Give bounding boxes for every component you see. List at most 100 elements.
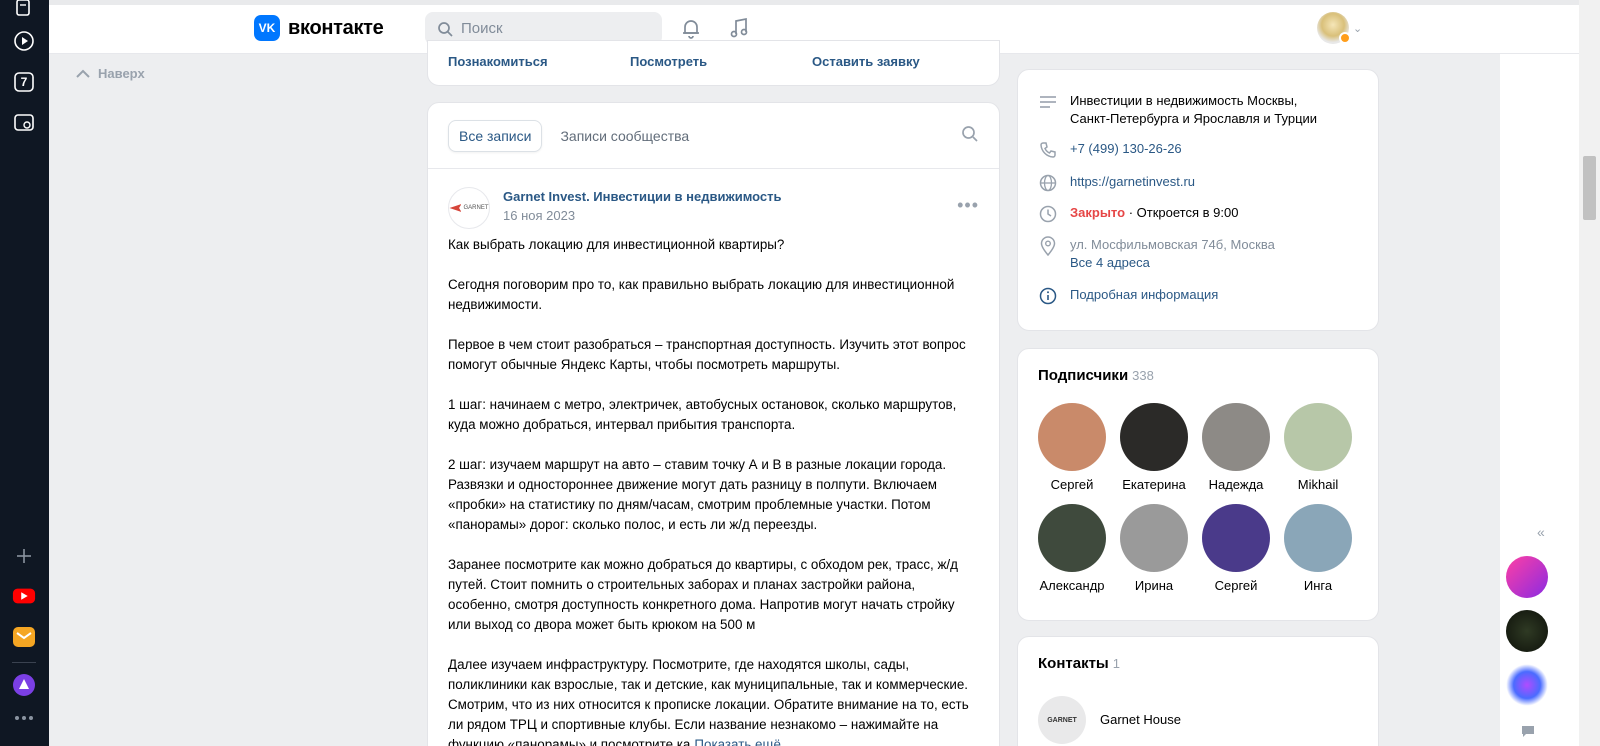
community-info-card: Инвестиции в недвижимость Москвы, Санкт-…: [1017, 69, 1379, 331]
screenshot-icon[interactable]: [12, 111, 36, 135]
subscriber-name[interactable]: Инга: [1276, 578, 1360, 593]
subscriber-name[interactable]: Надежда: [1194, 477, 1278, 492]
link-view[interactable]: Посмотреть: [630, 54, 812, 69]
post-paragraph-last: Далее изучаем инфраструктуру. Посмотрите…: [448, 655, 979, 746]
address-text: ул. Мосфильмовская 74б, Москва: [1070, 237, 1275, 252]
post-paragraph: Как выбрать локацию для инвестиционной к…: [448, 237, 785, 252]
search-input[interactable]: [461, 20, 641, 37]
more-info-link[interactable]: Подробная информация: [1070, 286, 1218, 306]
music-icon[interactable]: [727, 16, 751, 40]
subscriber-avatar[interactable]: [1120, 403, 1188, 471]
profile-app-icon[interactable]: [1506, 610, 1548, 652]
garnet-logo-mark: [449, 204, 462, 212]
wall-feed: Все записи Записи сообщества GARNET Garn…: [427, 102, 1000, 746]
subscriber-name[interactable]: Екатерина: [1112, 477, 1196, 492]
calendar-icon[interactable]: 7: [12, 70, 36, 94]
subscriber-avatar[interactable]: [1284, 403, 1352, 471]
post-paragraph: 2 шаг: изучаем маршрут на авто – ставим …: [448, 457, 947, 532]
post-header: GARNET Garnet Invest. Инвестиции в недви…: [428, 169, 999, 235]
collapse-panel-icon[interactable]: «: [1537, 524, 1545, 540]
bell-icon[interactable]: [679, 16, 703, 40]
scrollbar-thumb[interactable]: [1583, 156, 1596, 220]
tab-all-posts[interactable]: Все записи: [448, 119, 543, 152]
subscriber-item[interactable]: Ирина: [1112, 504, 1196, 593]
info-website: https://garnetinvest.ru: [1038, 173, 1195, 193]
subscriber-item[interactable]: Инга: [1276, 504, 1360, 593]
subscriber-avatar[interactable]: [1120, 504, 1188, 572]
subscriber-name[interactable]: Александр: [1030, 578, 1114, 593]
vk-logo-icon: VK: [254, 15, 280, 41]
alice-icon[interactable]: [12, 673, 36, 697]
subscriber-name[interactable]: Ирина: [1112, 578, 1196, 593]
website-link[interactable]: https://garnetinvest.ru: [1070, 173, 1195, 193]
chat-icon[interactable]: [1520, 724, 1536, 743]
more-options-icon[interactable]: •••: [957, 195, 979, 216]
browser-sidebar: 7: [0, 0, 49, 746]
subscriber-name[interactable]: Сергей: [1030, 477, 1114, 492]
clock-icon: [1038, 204, 1058, 224]
contact-name[interactable]: Garnet House: [1100, 712, 1181, 727]
show-more-link[interactable]: Показать ещё: [690, 737, 781, 746]
contacts-title-text: Контакты: [1038, 655, 1109, 672]
subscriber-item[interactable]: Надежда: [1194, 403, 1278, 492]
description-icon: [1038, 92, 1058, 112]
contacts-title[interactable]: Контакты 1: [1038, 655, 1120, 672]
wall-search-icon[interactable]: [961, 125, 979, 143]
post-text: Как выбрать локацию для инвестиционной к…: [428, 235, 999, 746]
mail-icon[interactable]: [12, 625, 36, 649]
info-address: ул. Мосфильмовская 74б, Москва Все 4 адр…: [1038, 236, 1275, 272]
scrollbar[interactable]: [1579, 0, 1600, 746]
post-paragraph: 1 шаг: начинаем с метро, электричек, авт…: [448, 397, 957, 432]
post-avatar-text: GARNET: [463, 205, 489, 211]
post-date[interactable]: 16 ноя 2023: [503, 208, 575, 223]
calendar-badge: 7: [20, 75, 28, 89]
assistant-app-icon[interactable]: [1506, 664, 1548, 706]
subscriber-avatar[interactable]: [1038, 504, 1106, 572]
back-to-top-label: Наверх: [98, 66, 145, 81]
subscriber-item[interactable]: Сергей: [1030, 403, 1114, 492]
phone-link[interactable]: +7 (499) 130-26-26: [1070, 140, 1182, 160]
post-paragraph: Первое в чем стоит разобраться – транспо…: [448, 337, 966, 372]
subscriber-item[interactable]: Александр: [1030, 504, 1114, 593]
link-apply[interactable]: Оставить заявку: [812, 54, 920, 69]
subscriber-name[interactable]: Сергей: [1194, 578, 1278, 593]
contact-avatar[interactable]: GARNET: [1038, 696, 1086, 744]
post-author-name[interactable]: Garnet Invest. Инвестиции в недвижимость: [503, 189, 782, 204]
add-icon[interactable]: [12, 544, 36, 568]
subscriber-item[interactable]: Екатерина: [1112, 403, 1196, 492]
tab-community-posts[interactable]: Записи сообщества: [550, 121, 699, 151]
subscriber-avatar[interactable]: [1038, 403, 1106, 471]
contacts-count: 1: [1112, 656, 1120, 671]
youtube-icon[interactable]: [12, 584, 36, 608]
search-icon: [438, 21, 453, 37]
notes-icon[interactable]: [12, 0, 36, 20]
music-app-icon[interactable]: [1506, 556, 1548, 598]
chevron-down-icon[interactable]: ⌄: [1353, 22, 1362, 35]
subscribers-title[interactable]: Подписчики 338: [1038, 367, 1154, 384]
back-to-top[interactable]: Наверх: [76, 66, 145, 81]
header-top-line: [49, 0, 1579, 5]
post-paragraph-text: Далее изучаем инфраструктуру. Посмотрите…: [448, 657, 969, 746]
phone-icon: [1038, 140, 1058, 160]
chevron-up-icon: [76, 69, 90, 78]
status-opens: · Откроется в 9:00: [1128, 205, 1239, 220]
more-dots-icon[interactable]: [12, 706, 36, 730]
subscriber-avatar[interactable]: [1202, 403, 1270, 471]
subscriber-item[interactable]: Сергей: [1194, 504, 1278, 593]
post-paragraph: Заранее посмотрите как можно добраться д…: [448, 557, 958, 632]
subscribers-count: 338: [1132, 368, 1154, 383]
info-phone: +7 (499) 130-26-26: [1038, 140, 1182, 160]
all-addresses-link[interactable]: Все 4 адреса: [1070, 254, 1275, 272]
globe-icon: [1038, 173, 1058, 193]
info-icon: [1038, 286, 1058, 306]
subscriber-name[interactable]: Mikhail: [1276, 477, 1360, 492]
play-icon[interactable]: [12, 29, 36, 53]
info-more: Подробная информация: [1038, 286, 1218, 306]
status-closed: Закрыто: [1070, 205, 1126, 220]
vk-logo[interactable]: VK вконтакте: [254, 15, 384, 41]
post-author-avatar[interactable]: GARNET: [448, 187, 490, 229]
subscriber-avatar[interactable]: [1202, 504, 1270, 572]
link-meet[interactable]: Познакомиться: [448, 54, 630, 69]
subscriber-avatar[interactable]: [1284, 504, 1352, 572]
subscriber-item[interactable]: Mikhail: [1276, 403, 1360, 492]
